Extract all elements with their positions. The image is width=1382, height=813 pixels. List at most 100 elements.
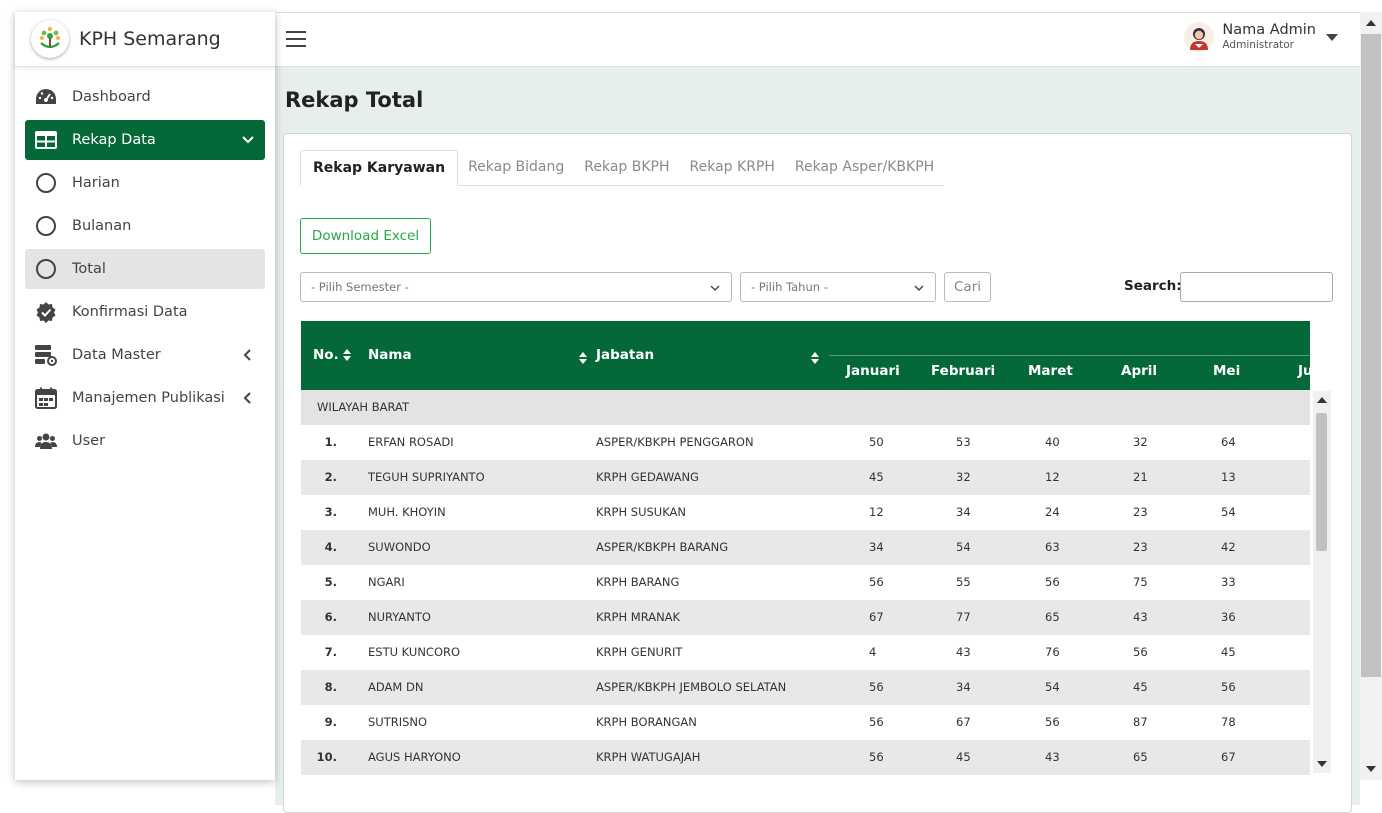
sidebar-item-label: Data Master [72, 347, 161, 363]
cell-apr: 65 [1133, 750, 1148, 764]
column-header-februari[interactable]: Februari [931, 363, 995, 379]
sidebar-item-label: Konfirmasi Data [72, 304, 188, 320]
sidebar-item-manajemen-publikasi[interactable]: Manajemen Publikasi [25, 378, 265, 418]
scroll-up-arrow-icon[interactable] [1366, 20, 1376, 26]
brand[interactable]: KPH Semarang [15, 12, 275, 67]
sidebar-item-user[interactable]: User [25, 421, 265, 461]
cari-button[interactable]: Cari [944, 272, 991, 302]
group-row: WILAYAH BARAT [301, 390, 1310, 425]
recap-table: No. Nama Jabatan Januari Februari Maret … [301, 321, 1310, 812]
tab-rekap-bkph[interactable]: Rekap BKPH [574, 150, 679, 185]
scrollbar-thumb[interactable] [1361, 34, 1381, 677]
page-title: Rekap Total [285, 88, 424, 112]
scroll-up-arrow-icon[interactable] [1317, 397, 1327, 403]
column-header-juni-partial[interactable]: Ju [1298, 363, 1310, 379]
table-scrollbar[interactable] [1313, 391, 1331, 773]
table-rows: 1. ERFAN ROSADI ASPER/KBKPH PENGGARON 50 53 4… [301, 425, 1310, 775]
cell-nama: ADAM DN [368, 680, 424, 694]
tab-rekap-karyawan[interactable]: Rekap Karyawan [300, 150, 459, 186]
cell-feb: 43 [956, 645, 971, 659]
check-badge-icon [34, 300, 58, 324]
chevron-down-icon [709, 282, 721, 294]
sidebar-item-bulanan[interactable]: Bulanan [25, 206, 265, 246]
dashboard-gauge-icon [34, 85, 58, 109]
cell-jabatan: KRPH GEDAWANG [596, 470, 699, 484]
cell-feb: 34 [956, 505, 971, 519]
search-input[interactable] [1180, 272, 1333, 302]
cell-mei: 36 [1221, 610, 1236, 624]
cell-nama: SUWONDO [368, 540, 431, 554]
cell-no: 4. [324, 540, 337, 554]
hamburger-menu-icon[interactable] [286, 29, 306, 49]
column-header-januari[interactable]: Januari [846, 363, 900, 379]
user-role: Administrator [1222, 39, 1294, 51]
cell-mar: 40 [1045, 435, 1060, 449]
cell-mar: 24 [1045, 505, 1060, 519]
cell-nama: SUTRISNO [368, 715, 428, 729]
top-navbar: Nama Admin Administrator [275, 12, 1360, 67]
cell-feb: 32 [956, 470, 971, 484]
cell-jan: 50 [869, 435, 884, 449]
cell-nama: MUH. KHOYIN [368, 505, 446, 519]
cell-no: 2. [324, 470, 337, 484]
scroll-down-arrow-icon[interactable] [1317, 761, 1327, 767]
sort-icon[interactable] [579, 349, 587, 364]
users-icon [34, 429, 58, 453]
cell-apr: 45 [1133, 680, 1148, 694]
cell-mar: 56 [1045, 575, 1060, 589]
cell-no: 5. [324, 575, 337, 589]
sidebar-item-total[interactable]: Total [25, 249, 265, 289]
cell-jabatan: KRPH BARANG [596, 575, 680, 589]
sort-icon[interactable] [811, 349, 819, 364]
cell-apr: 56 [1133, 645, 1148, 659]
table-row: 6. NURYANTO KRPH MRANAK 67 77 65 43 36 [301, 600, 1310, 635]
cell-mei: 13 [1221, 470, 1236, 484]
column-header-no[interactable]: No. [313, 347, 352, 363]
sidebar-item-data-master[interactable]: Data Master [25, 335, 265, 375]
tab-rekap-krph[interactable]: Rekap KRPH [680, 150, 785, 185]
cell-mar: 56 [1045, 715, 1060, 729]
cell-mei: 33 [1221, 575, 1236, 589]
cell-feb: 34 [956, 680, 971, 694]
user-name: Nama Admin [1222, 22, 1316, 38]
column-header-maret[interactable]: Maret [1028, 363, 1073, 379]
semester-select-value: - Pilih Semester - [311, 280, 409, 294]
cell-mei: 54 [1221, 505, 1236, 519]
cell-jabatan: KRPH BORANGAN [596, 715, 697, 729]
page-scrollbar[interactable] [1360, 12, 1382, 780]
semester-select[interactable]: - Pilih Semester - [300, 272, 732, 302]
column-header-mei[interactable]: Mei [1213, 363, 1240, 379]
cell-jan: 45 [869, 470, 884, 484]
brand-title: KPH Semarang [79, 28, 221, 50]
user-info: Nama Admin Administrator [1222, 22, 1316, 52]
calendar-icon [34, 386, 58, 410]
search-label: Search: [1124, 278, 1182, 294]
tab-rekap-bidang[interactable]: Rekap Bidang [458, 150, 574, 185]
sidebar-item-dashboard[interactable]: Dashboard [25, 77, 265, 117]
column-header-april[interactable]: April [1121, 363, 1157, 379]
chevron-left-icon [240, 390, 256, 406]
download-excel-button[interactable]: Download Excel [300, 218, 431, 254]
cell-jabatan: ASPER/KBKPH JEMBOLO SELATAN [596, 680, 787, 694]
sidebar-item-rekap-data[interactable]: Rekap Data [25, 120, 265, 160]
sidebar-item-konfirmasi-data[interactable]: Konfirmasi Data [25, 292, 265, 332]
tab-rekap-asper-kbkph[interactable]: Rekap Asper/KBKPH [785, 150, 944, 185]
scroll-down-arrow-icon[interactable] [1366, 766, 1376, 772]
avatar [1184, 22, 1215, 52]
table-row: 10. AGUS HARYONO KRPH WATUGAJAH 56 45 43 65 67 [301, 740, 1310, 775]
cell-apr: 32 [1133, 435, 1148, 449]
tahun-select[interactable]: - Pilih Tahun - [740, 272, 936, 302]
column-header-nama[interactable]: Nama [368, 347, 412, 363]
sidebar-item-label: User [72, 433, 106, 449]
column-header-jabatan[interactable]: Jabatan [596, 347, 654, 363]
user-menu[interactable]: Nama Admin Administrator [1184, 22, 1338, 52]
scrollbar-thumb[interactable] [1316, 413, 1327, 551]
cell-no: 7. [324, 645, 337, 659]
cell-nama: ERFAN ROSADI [368, 435, 454, 449]
sidebar-item-label: Harian [72, 175, 120, 191]
sidebar-nav: Dashboard Rekap Data Harian Bulanan Tota… [15, 67, 275, 461]
cell-feb: 54 [956, 540, 971, 554]
table-row: 1. ERFAN ROSADI ASPER/KBKPH PENGGARON 50 53 4… [301, 425, 1310, 460]
sidebar-item-harian[interactable]: Harian [25, 163, 265, 203]
sidebar-item-label: Bulanan [72, 218, 132, 234]
